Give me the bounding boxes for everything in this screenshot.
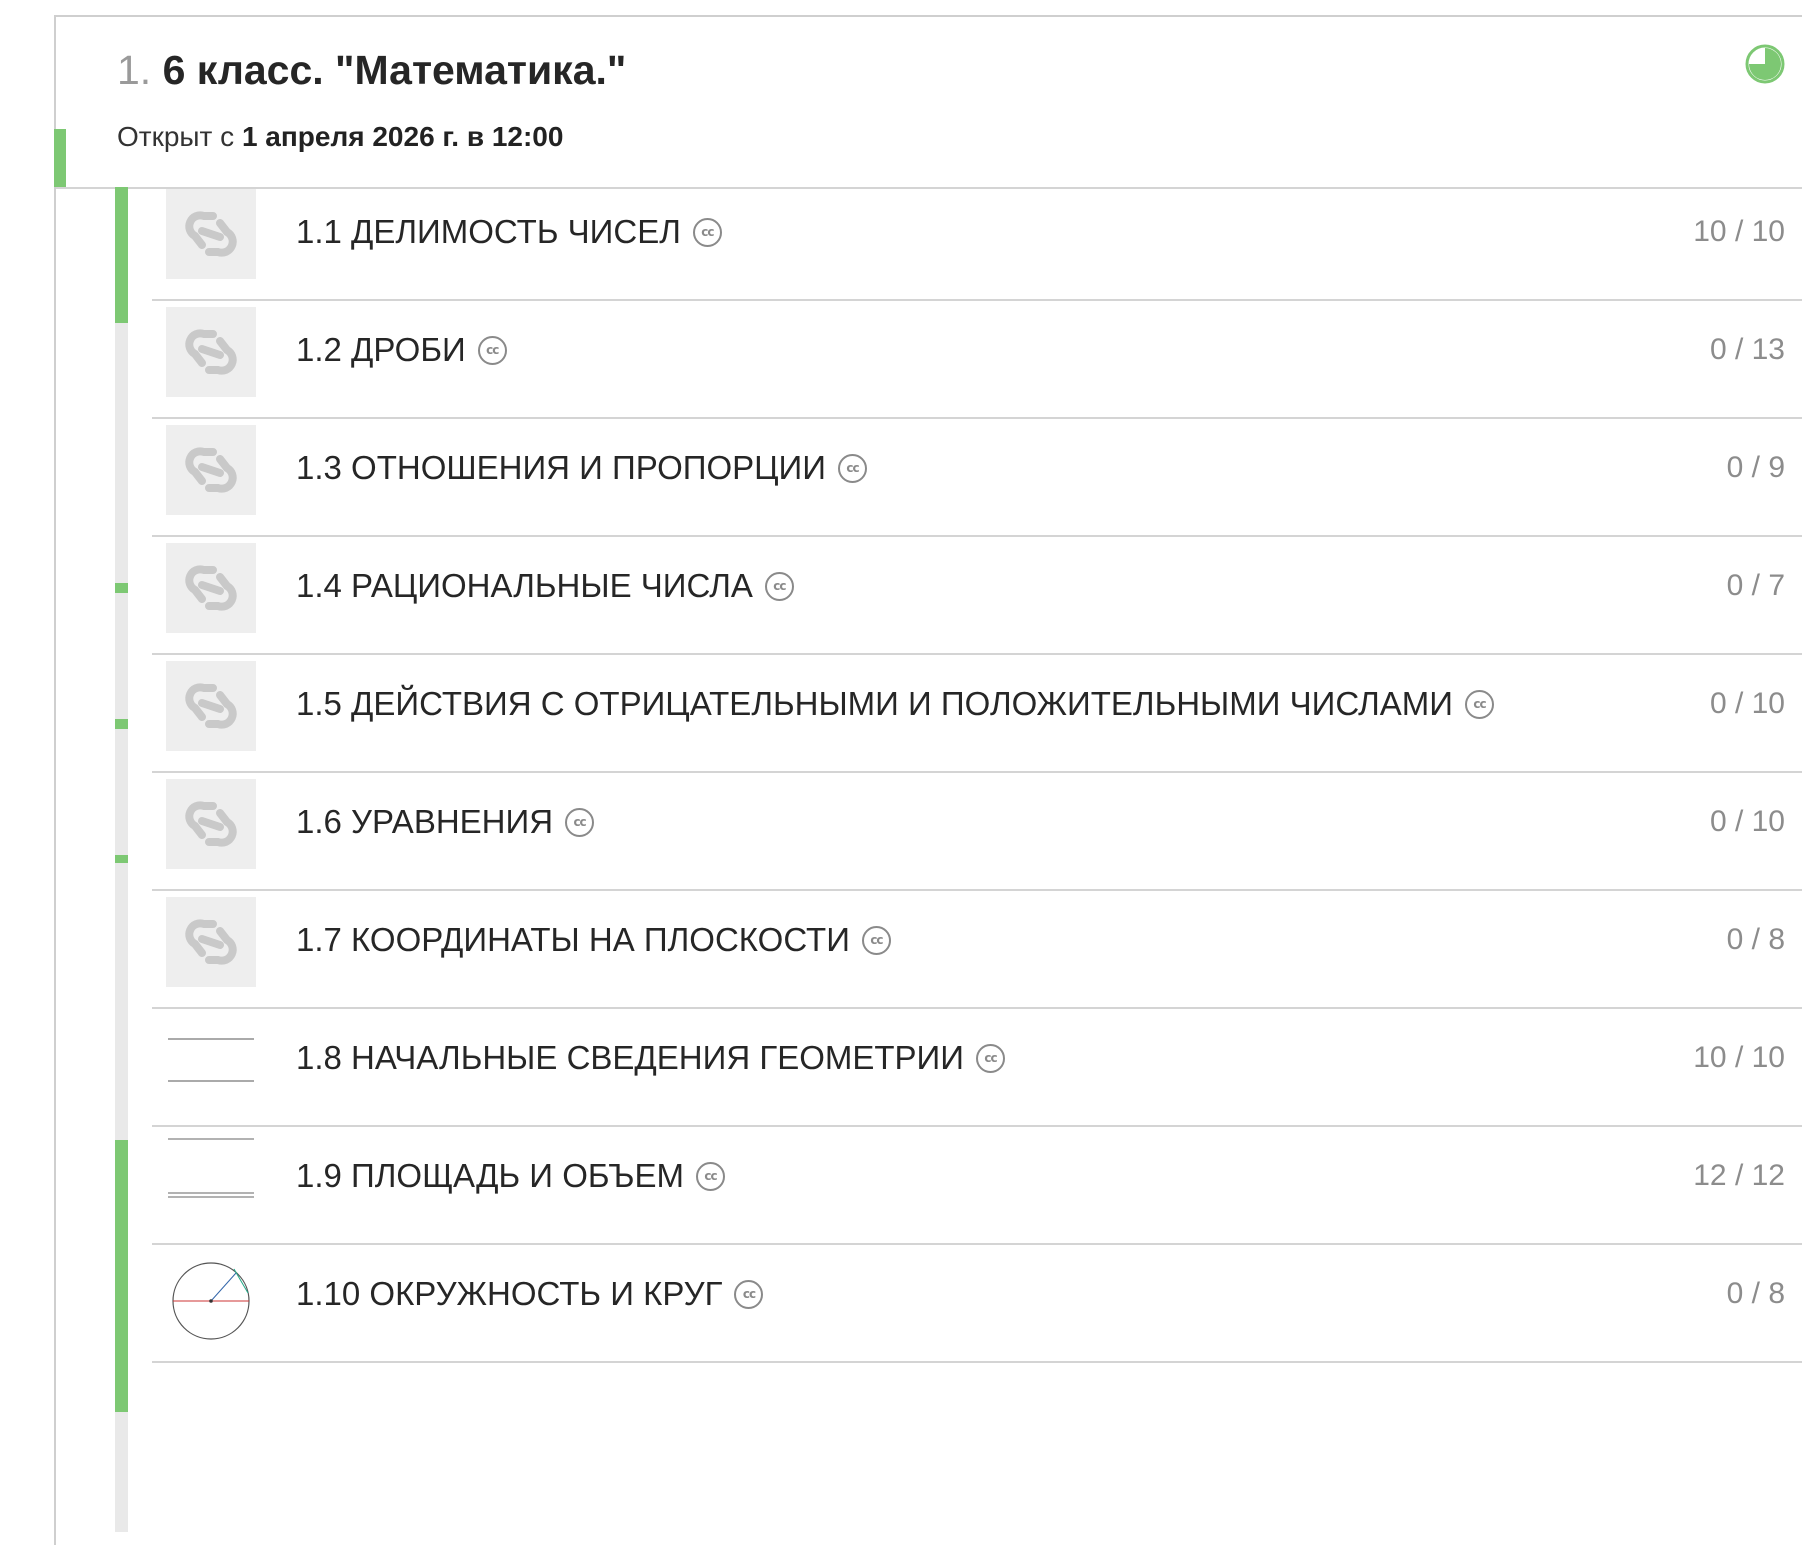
pie-progress-icon — [1745, 44, 1785, 84]
creative-commons-icon: cc — [734, 1279, 764, 1309]
area-thumbnail[interactable] — [166, 1133, 256, 1223]
creative-commons-icon: cc — [976, 1043, 1005, 1073]
creative-commons-icon: cc — [837, 453, 867, 483]
row-divider — [152, 1361, 1802, 1363]
lines-thumbnail[interactable] — [166, 1015, 256, 1105]
lesson-item[interactable]: 1.7 КООРДИНАТЫ НА ПЛОСКОСТИ cc 0 / 8 — [152, 873, 1802, 1009]
open-date-prefix: Открыт с — [117, 121, 235, 152]
lesson-title[interactable]: 1.2 ДРОБИ cc — [296, 331, 507, 369]
creative-commons-icon: cc — [692, 217, 722, 247]
module-header[interactable]: 1. 6 класс. "Математика." Открыт с 1 апр… — [56, 17, 1802, 189]
lesson-title-text: 1.2 ДРОБИ — [296, 331, 466, 368]
link-icon[interactable] — [166, 425, 256, 515]
lesson-title[interactable]: 1.1 ДЕЛИМОСТЬ ЧИСЕЛ cc — [296, 213, 722, 251]
lesson-item[interactable]: 1.5 ДЕЙСТВИЯ С ОТРИЦАТЕЛЬНЫМИ И ПОЛОЖИТЕ… — [152, 637, 1802, 773]
lesson-score: 0 / 9 — [1726, 451, 1785, 484]
lesson-score: 0 / 8 — [1726, 1277, 1785, 1310]
creative-commons-icon: cc — [764, 571, 794, 601]
lesson-title[interactable]: 1.4 РАЦИОНАЛЬНЫЕ ЧИСЛА cc — [296, 567, 794, 605]
creative-commons-icon: cc — [477, 335, 507, 365]
lesson-item[interactable]: 1.2 ДРОБИ cc 0 / 13 — [152, 283, 1802, 419]
module-open-date: Открыт с 1 апреля 2026 г. в 12:00 — [117, 121, 563, 153]
link-icon[interactable] — [166, 189, 256, 279]
lesson-score: 10 / 10 — [1693, 1041, 1785, 1074]
circle-thumbnail[interactable] — [166, 1251, 256, 1341]
lesson-item[interactable]: 1.6 УРАВНЕНИЯ cc 0 / 10 — [152, 755, 1802, 891]
creative-commons-icon: cc — [696, 1161, 726, 1191]
lesson-title-text: 1.10 ОКРУЖНОСТЬ И КРУГ — [296, 1275, 723, 1312]
link-icon[interactable] — [166, 661, 256, 751]
open-date-value: 1 апреля 2026 г. в 12:00 — [241, 121, 564, 152]
lesson-score: 0 / 13 — [1709, 333, 1785, 366]
lesson-score: 0 / 10 — [1709, 687, 1785, 720]
lesson-title[interactable]: 1.10 ОКРУЖНОСТЬ И КРУГ cc — [296, 1275, 764, 1313]
module-title-text: 6 класс. "Математика." — [162, 47, 627, 93]
lesson-title[interactable]: 1.3 ОТНОШЕНИЯ И ПРОПОРЦИИ cc — [296, 449, 867, 487]
lesson-title-text: 1.1 ДЕЛИМОСТЬ ЧИСЕЛ — [296, 213, 681, 250]
lesson-score: 0 / 8 — [1726, 923, 1785, 956]
lesson-item[interactable]: 1.8 НАЧАЛЬНЫЕ СВЕДЕНИЯ ГЕОМЕТРИИ cc 10 / 1… — [152, 991, 1802, 1127]
module-title[interactable]: 1. 6 класс. "Математика." — [117, 47, 626, 94]
lesson-title-text: 1.4 РАЦИОНАЛЬНЫЕ ЧИСЛА — [296, 567, 753, 604]
link-icon[interactable] — [166, 779, 256, 869]
rail-segment — [115, 855, 128, 863]
lesson-item[interactable]: 1.10 ОКРУЖНОСТЬ И КРУГ cc 0 / 8 — [152, 1227, 1802, 1363]
lesson-score: 0 / 10 — [1709, 805, 1785, 838]
creative-commons-icon: cc — [861, 925, 891, 955]
module-number: 1. — [117, 47, 152, 93]
lesson-item[interactable]: 1.4 РАЦИОНАЛЬНЫЕ ЧИСЛА cc 0 / 7 — [152, 519, 1802, 655]
lesson-title-text: 1.3 ОТНОШЕНИЯ И ПРОПОРЦИИ — [296, 449, 826, 486]
rail-segment — [115, 583, 128, 593]
lesson-item[interactable]: 1.3 ОТНОШЕНИЯ И ПРОПОРЦИИ cc 0 / 9 — [152, 401, 1802, 537]
progress-rail — [115, 187, 128, 1532]
lesson-title[interactable]: 1.5 ДЕЙСТВИЯ С ОТРИЦАТЕЛЬНЫМИ И ПОЛОЖИТЕ… — [296, 685, 1494, 723]
creative-commons-icon: cc — [1464, 689, 1494, 719]
rail-segment — [115, 187, 128, 323]
lesson-title-text: 1.9 ПЛОЩАДЬ И ОБЪЕМ — [296, 1157, 685, 1194]
lesson-title[interactable]: 1.9 ПЛОЩАДЬ И ОБЪЕМ cc — [296, 1157, 726, 1195]
lesson-title[interactable]: 1.8 НАЧАЛЬНЫЕ СВЕДЕНИЯ ГЕОМЕТРИИ cc — [296, 1039, 1005, 1077]
rail-segment — [115, 1140, 128, 1412]
lesson-title-text: 1.8 НАЧАЛЬНЫЕ СВЕДЕНИЯ ГЕОМЕТРИИ — [296, 1039, 964, 1076]
rail-segment — [115, 719, 128, 729]
lesson-item[interactable]: 1.9 ПЛОЩАДЬ И ОБЪЕМ cc 12 / 12 — [152, 1109, 1802, 1245]
lesson-title-text: 1.6 УРАВНЕНИЯ — [296, 803, 554, 840]
link-icon[interactable] — [166, 307, 256, 397]
lesson-title-text: 1.5 ДЕЙСТВИЯ С ОТРИЦАТЕЛЬНЫМИ И ПОЛОЖИТЕ… — [296, 685, 1453, 722]
lesson-title[interactable]: 1.7 КООРДИНАТЫ НА ПЛОСКОСТИ cc — [296, 921, 891, 959]
creative-commons-icon: cc — [565, 807, 595, 837]
link-icon[interactable] — [166, 897, 256, 987]
lesson-score: 0 / 7 — [1726, 569, 1785, 602]
lesson-score: 12 / 12 — [1693, 1159, 1785, 1192]
lesson-title[interactable]: 1.6 УРАВНЕНИЯ cc — [296, 803, 595, 841]
lesson-title-text: 1.7 КООРДИНАТЫ НА ПЛОСКОСТИ — [296, 921, 850, 958]
lesson-score: 10 / 10 — [1693, 215, 1785, 248]
link-icon[interactable] — [166, 543, 256, 633]
lesson-item[interactable]: 1.1 ДЕЛИМОСТЬ ЧИСЕЛ cc 10 / 10 — [152, 165, 1802, 301]
